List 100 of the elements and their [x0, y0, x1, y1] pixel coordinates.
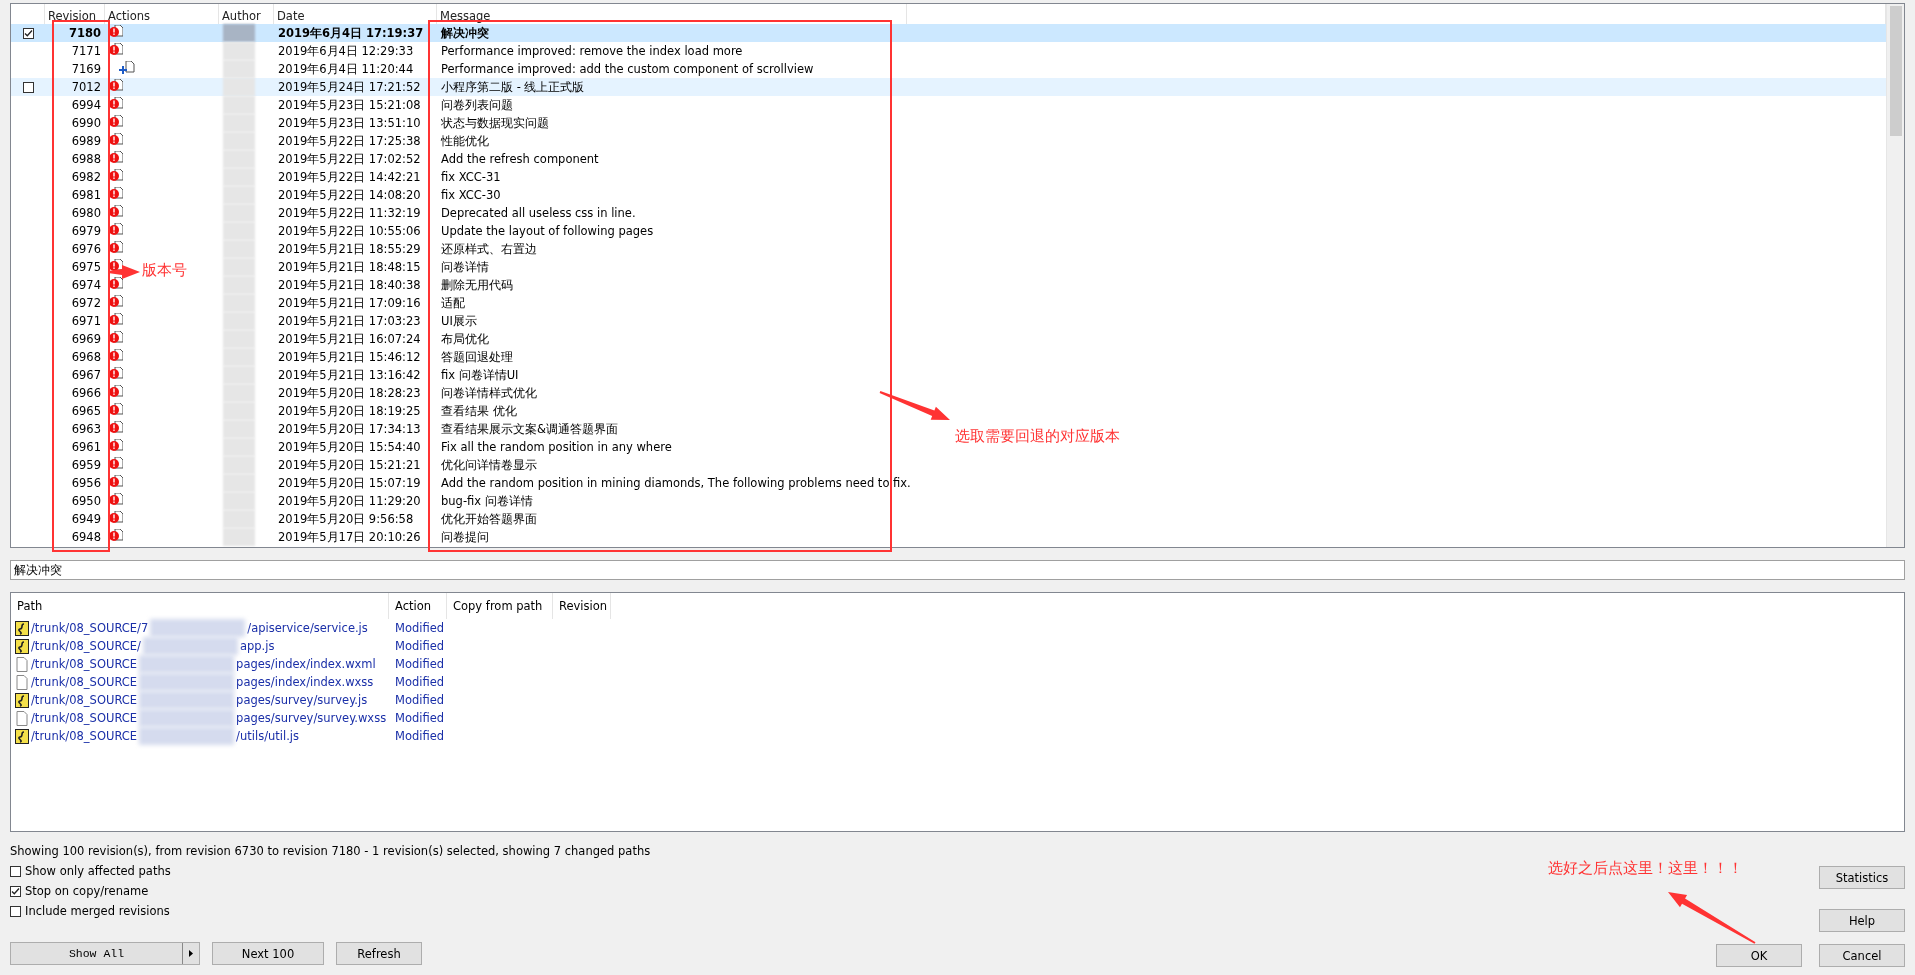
date-cell-text: 2019年5月22日 11:32:19 — [277, 205, 422, 221]
cancel-button[interactable]: Cancel — [1819, 944, 1905, 967]
annotation-text: 选好之后点这里！这里！！！ — [1548, 859, 1743, 878]
date-cell-text: 2019年6月4日 12:29:33 — [277, 43, 415, 59]
path-start: /trunk/08_SOURCE — [31, 729, 138, 743]
message-cell-text: Fix all the random position in any where — [440, 440, 673, 454]
message-cell-text: 性能优化 — [440, 133, 490, 149]
action-cell-text: Modified — [394, 711, 446, 725]
path-end: pages/index/index.wxss — [236, 675, 374, 689]
column-header[interactable]: Action — [389, 593, 447, 619]
help-button[interactable]: Help — [1819, 909, 1905, 932]
action-cell-text: Modified — [394, 657, 446, 671]
message-cell-text: 解决冲突 — [440, 25, 490, 41]
statistics-button[interactable]: Statistics — [1819, 866, 1905, 889]
show-all-button[interactable]: Show All — [10, 942, 200, 965]
option-label[interactable]: Stop on copy/rename — [25, 884, 149, 898]
revision-number: 7171 — [70, 44, 102, 58]
action-cell-text: Modified — [394, 675, 446, 689]
revision-number: 6989 — [70, 134, 102, 148]
revision-number: 6956 — [70, 476, 102, 490]
revision-number: 6990 — [70, 116, 102, 130]
revision-number: 6974 — [70, 278, 102, 292]
column-header[interactable]: Revision — [553, 593, 611, 619]
revision-number: 6949 — [70, 512, 102, 526]
date-cell-text: 2019年5月22日 14:42:21 — [277, 169, 422, 185]
message-cell-text: 删除无用代码 — [440, 277, 514, 293]
annotation-text: 选取需要回退的对应版本 — [955, 427, 1120, 446]
message-cell-text: bug-fix 问卷详情 — [440, 493, 534, 509]
message-cell-text: 状态与数据现实问题 — [440, 115, 550, 131]
date-cell-text: 2019年5月22日 17:02:52 — [277, 151, 422, 167]
action-cell-text: Modified — [394, 621, 446, 635]
message-cell-text: 适配 — [440, 295, 466, 311]
date-cell-text: 2019年5月17日 20:10:26 — [277, 529, 422, 545]
revision-number: 6959 — [70, 458, 102, 472]
path-start: /trunk/08_SOURCE/ — [31, 639, 141, 653]
date-cell-text: 2019年5月22日 14:08:20 — [277, 187, 422, 203]
revision-number: 7012 — [70, 80, 102, 94]
revision-number: 6972 — [70, 296, 102, 310]
date-cell-text: 2019年5月20日 15:07:19 — [277, 475, 422, 491]
message-cell-text: Deprecated all useless css in line. — [440, 206, 637, 220]
message-field[interactable]: 解决冲突 — [10, 560, 1905, 580]
revision-number: 6948 — [70, 530, 102, 544]
date-cell-text: 2019年5月22日 17:25:38 — [277, 133, 422, 149]
revision-number: 7180 — [68, 26, 102, 40]
message-cell-text: 小程序第二版 - 线上正式版 — [440, 79, 586, 95]
date-cell-text: 2019年5月21日 18:48:15 — [277, 259, 422, 275]
path-end: /apiservice/service.js — [247, 621, 368, 635]
revision-row[interactable]: 7180 2019年6月4日 17:19:37 解决冲突 — [11, 24, 1886, 42]
message-cell-text: fix XCC-30 — [440, 188, 502, 202]
refresh-button[interactable]: Refresh — [336, 942, 422, 965]
path-start: /trunk/08_SOURCE — [31, 711, 138, 725]
action-cell-text: Modified — [394, 639, 446, 653]
date-cell-text: 2019年5月20日 18:28:23 — [277, 385, 422, 401]
date-cell-text: 2019年5月20日 11:29:20 — [277, 493, 422, 509]
ok-button[interactable]: OK — [1716, 944, 1802, 967]
option-label[interactable]: Show only affected paths — [25, 864, 171, 878]
date-cell-text: 2019年5月21日 17:03:23 — [277, 313, 422, 329]
message-cell-text: 答题回退处理 — [440, 349, 514, 365]
path-end: pages/survey/survey.wxss — [236, 711, 387, 725]
revision-number: 6975 — [70, 260, 102, 274]
status-text: Showing 100 revision(s), from revision 6730 to revision 7180 - 1 revision(s) selected, showing 7 changed paths — [10, 844, 652, 858]
revision-number: 6963 — [70, 422, 102, 436]
date-cell-text: 2019年5月21日 13:16:42 — [277, 367, 422, 383]
option-label[interactable]: Include merged revisions — [25, 904, 170, 918]
revision-number: 6979 — [70, 224, 102, 238]
revision-number: 6961 — [70, 440, 102, 454]
revision-number: 6982 — [70, 170, 102, 184]
message-cell-text: 优化问详情卷显示 — [440, 457, 538, 473]
column-header[interactable]: Copy from path — [447, 593, 553, 619]
date-cell-text: 2019年5月21日 16:07:24 — [277, 331, 422, 347]
date-cell-text: 2019年5月20日 9:56:58 — [277, 511, 415, 527]
date-cell-text: 2019年5月24日 17:21:52 — [277, 79, 422, 95]
revision-number: 6988 — [70, 152, 102, 166]
revision-row[interactable]: 7012 2019年5月24日 17:21:52 小程序第二版 - 线上正式版 — [11, 78, 1886, 96]
message-cell-text: 布局优化 — [440, 331, 490, 347]
revision-number: 6965 — [70, 404, 102, 418]
date-cell-text: 2019年5月20日 17:34:13 — [277, 421, 422, 437]
date-cell-text: 2019年5月23日 13:51:10 — [277, 115, 422, 131]
path-start: /trunk/08_SOURCE — [31, 657, 138, 671]
date-cell-text: 2019年6月4日 17:19:37 — [277, 25, 425, 41]
message-cell-text: 问卷详情样式优化 — [440, 385, 538, 401]
message-cell-text: fix XCC-31 — [440, 170, 502, 184]
revision-number: 6980 — [70, 206, 102, 220]
path-start: /trunk/08_SOURCE — [31, 675, 138, 689]
date-cell-text: 2019年5月20日 18:19:25 — [277, 403, 422, 419]
message-cell-text: 查看结果展示文案&调通答题界面 — [440, 421, 619, 437]
path-start: /trunk/08_SOURCE — [31, 693, 138, 707]
path-end: /utils/util.js — [236, 729, 300, 743]
date-cell-text: 2019年5月21日 15:46:12 — [277, 349, 422, 365]
message-cell-text: 还原样式、右置边 — [440, 241, 538, 257]
revision-number: 6968 — [70, 350, 102, 364]
date-cell-text: 2019年5月23日 15:21:08 — [277, 97, 422, 113]
message-cell-text: 问卷列表问题 — [440, 97, 514, 113]
path-end: pages/survey/survey.js — [236, 693, 368, 707]
next-button[interactable]: Next 100 — [212, 942, 324, 965]
path-start: /trunk/08_SOURCE/7 — [31, 621, 149, 635]
date-cell-text: 2019年5月21日 17:09:16 — [277, 295, 422, 311]
revision-number: 6976 — [70, 242, 102, 256]
revision-number: 6971 — [70, 314, 102, 328]
action-cell-text: Modified — [394, 729, 446, 743]
